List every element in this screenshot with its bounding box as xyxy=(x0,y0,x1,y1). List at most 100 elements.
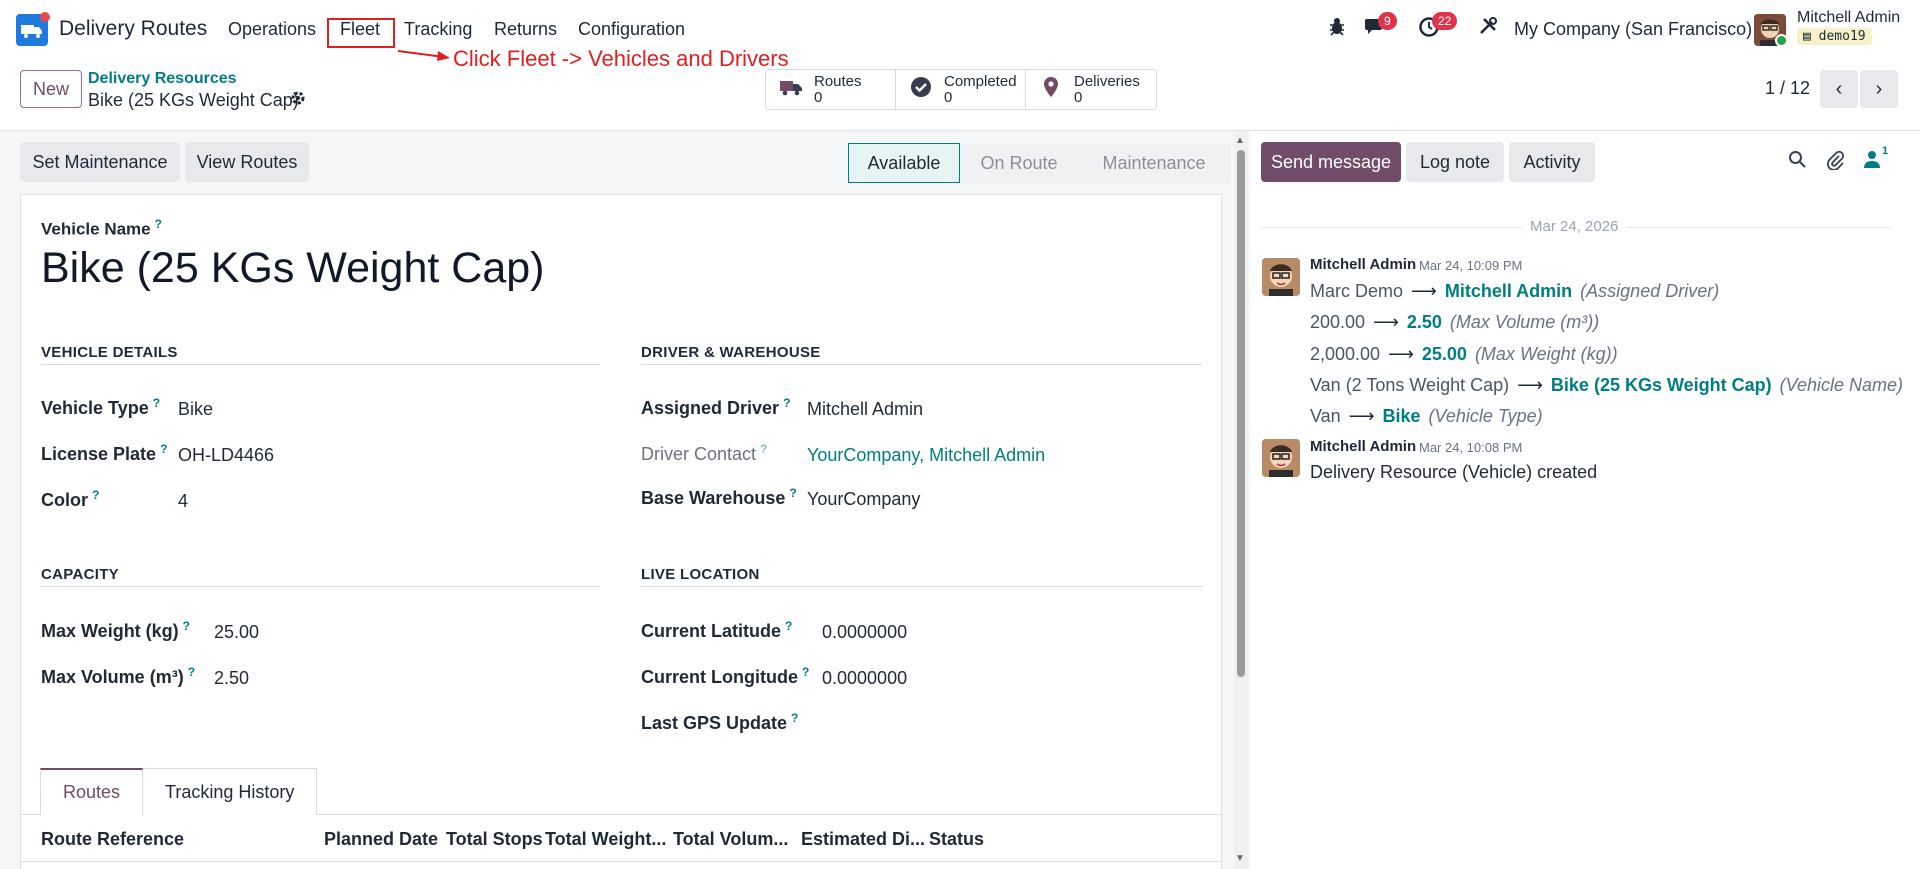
help-tooltip-icon[interactable]: ? xyxy=(791,711,798,725)
tab-tracking-history[interactable]: Tracking History xyxy=(143,768,318,815)
message-date: Mar 24, 10:09 PM xyxy=(1419,258,1523,273)
column-status[interactable]: Status xyxy=(929,829,984,850)
status-available[interactable]: Available xyxy=(848,143,960,183)
max-volume-field[interactable]: 2.50 xyxy=(214,668,249,689)
help-tooltip-icon[interactable]: ? xyxy=(188,665,195,679)
help-tooltip-icon[interactable]: ? xyxy=(783,396,790,410)
pager-value[interactable]: 1 / 12 xyxy=(1765,78,1810,99)
current-longitude-field[interactable]: 0.0000000 xyxy=(822,668,907,689)
vehicle-name-field[interactable]: Bike (25 KGs Weight Cap) xyxy=(41,244,544,293)
menu-tracking[interactable]: Tracking xyxy=(404,19,472,40)
help-tooltip-icon[interactable]: ? xyxy=(153,396,160,410)
message-author[interactable]: Mitchell Admin xyxy=(1310,438,1416,455)
send-message-button[interactable]: Send message xyxy=(1261,142,1401,182)
deliveries-smart-button[interactable]: Deliveries 0 xyxy=(1026,70,1156,109)
help-tooltip-icon[interactable]: ? xyxy=(160,442,167,456)
section-divider xyxy=(41,364,600,365)
current-latitude-field[interactable]: 0.0000000 xyxy=(822,622,907,643)
tab-routes[interactable]: Routes xyxy=(40,768,144,815)
arrow-right-icon: ⟶ xyxy=(1348,406,1375,426)
database-badge: ▤ demo19 xyxy=(1797,28,1872,45)
scroll-up-arrow-icon[interactable]: ▲ xyxy=(1235,135,1245,146)
help-tooltip-icon[interactable]: ? xyxy=(760,442,767,456)
color-field[interactable]: 4 xyxy=(178,491,188,512)
menu-returns[interactable]: Returns xyxy=(494,19,557,40)
section-driver-warehouse: DRIVER & WAREHOUSE xyxy=(641,344,821,361)
help-tooltip-icon[interactable]: ? xyxy=(92,488,99,502)
tracking-change: 200.00 ⟶ 2.50 (Max Volume (m³)) xyxy=(1310,312,1600,332)
status-bar: Available On Route Maintenance xyxy=(848,143,1230,183)
new-button[interactable]: New xyxy=(20,70,82,108)
debug-bug-icon[interactable] xyxy=(1328,16,1346,42)
message-author[interactable]: Mitchell Admin xyxy=(1310,256,1416,273)
breadcrumb-current: Bike (25 KGs Weight Cap) xyxy=(88,90,299,110)
status-on-route[interactable]: On Route xyxy=(960,143,1078,183)
map-marker-icon xyxy=(1038,76,1064,104)
status-maintenance[interactable]: Maintenance xyxy=(1078,143,1230,183)
database-name: demo19 xyxy=(1818,29,1866,44)
annotation-arrow-icon xyxy=(397,50,450,61)
pager-next-button[interactable]: › xyxy=(1860,70,1898,108)
set-maintenance-button[interactable]: Set Maintenance xyxy=(20,142,180,182)
message-author-avatar[interactable] xyxy=(1262,439,1300,477)
scroll-down-arrow-icon[interactable]: ▼ xyxy=(1235,853,1245,864)
help-tooltip-icon[interactable]: ? xyxy=(802,665,809,679)
assigned-driver-field[interactable]: Mitchell Admin xyxy=(807,399,923,420)
help-tooltip-icon[interactable]: ? xyxy=(155,217,162,231)
app-logo-icon[interactable] xyxy=(16,12,50,46)
section-divider xyxy=(641,586,1202,587)
chevron-right-icon: › xyxy=(1875,77,1883,100)
section-vehicle-details: VEHICLE DETAILS xyxy=(41,344,178,361)
driver-contact-link[interactable]: YourCompany, Mitchell Admin xyxy=(807,445,1045,466)
arrow-right-icon: ⟶ xyxy=(1373,312,1399,332)
chevron-left-icon: ‹ xyxy=(1835,77,1843,100)
completed-count: 0 xyxy=(944,88,953,106)
base-warehouse-field[interactable]: YourCompany xyxy=(807,489,920,510)
vehicle-type-field[interactable]: Bike xyxy=(178,399,213,420)
completed-smart-button[interactable]: Completed 0 xyxy=(896,70,1026,109)
help-tooltip-icon[interactable]: ? xyxy=(785,619,792,633)
max-weight-field[interactable]: 25.00 xyxy=(214,622,259,643)
routes-smart-button[interactable]: Routes 0 xyxy=(766,70,896,109)
gear-icon[interactable] xyxy=(290,90,306,111)
menu-operations[interactable]: Operations xyxy=(228,19,316,40)
license-plate-field[interactable]: OH-LD4466 xyxy=(178,445,274,466)
column-planned-date[interactable]: Planned Date xyxy=(324,829,438,850)
paperclip-icon[interactable] xyxy=(1826,150,1845,176)
annotation-highlight-box xyxy=(327,18,395,48)
deliveries-count: 0 xyxy=(1074,88,1083,106)
log-note-button[interactable]: Log note xyxy=(1406,142,1504,182)
online-status-indicator xyxy=(1775,34,1788,47)
pager-previous-button[interactable]: ‹ xyxy=(1820,70,1858,108)
search-icon[interactable] xyxy=(1788,150,1806,174)
company-switcher[interactable]: My Company (San Francisco) xyxy=(1514,19,1752,40)
arrow-right-icon: ⟶ xyxy=(1517,375,1543,395)
breadcrumb-parent[interactable]: Delivery Resources xyxy=(88,70,237,88)
scrollbar-thumb[interactable] xyxy=(1237,150,1245,677)
column-total-volume[interactable]: Total Volum... xyxy=(673,829,788,850)
column-total-stops[interactable]: Total Stops xyxy=(446,829,543,850)
user-name[interactable]: Mitchell Admin xyxy=(1797,9,1900,27)
column-total-weight[interactable]: Total Weight... xyxy=(545,829,666,850)
date-separator: Mar 24, 2026 xyxy=(1522,218,1627,235)
message-date: Mar 24, 10:08 PM xyxy=(1419,440,1523,455)
view-routes-button[interactable]: View Routes xyxy=(185,142,309,182)
column-route-reference[interactable]: Route Reference xyxy=(41,829,184,850)
deliveries-label: Deliveries xyxy=(1074,72,1140,90)
annotation-instruction: Click Fleet -> Vehicles and Drivers xyxy=(453,46,789,71)
max-volume-label: Max Volume (m³)? xyxy=(41,665,196,687)
followers-icon[interactable] xyxy=(1864,150,1880,174)
message-author-avatar[interactable] xyxy=(1262,258,1300,296)
message-body: Delivery Resource (Vehicle) created xyxy=(1310,462,1598,482)
help-tooltip-icon[interactable]: ? xyxy=(789,486,796,500)
activities-count-badge: 22 xyxy=(1432,12,1458,30)
section-live-location: LIVE LOCATION xyxy=(641,566,760,583)
column-estimated-distance[interactable]: Estimated Di... xyxy=(801,829,925,850)
menu-configuration[interactable]: Configuration xyxy=(578,19,685,40)
help-tooltip-icon[interactable]: ? xyxy=(183,619,190,633)
app-name[interactable]: Delivery Routes xyxy=(59,17,207,41)
current-longitude-label: Current Longitude? xyxy=(641,665,810,687)
routes-count: 0 xyxy=(814,88,823,106)
tools-icon[interactable] xyxy=(1478,16,1498,42)
activity-button[interactable]: Activity xyxy=(1509,142,1595,182)
